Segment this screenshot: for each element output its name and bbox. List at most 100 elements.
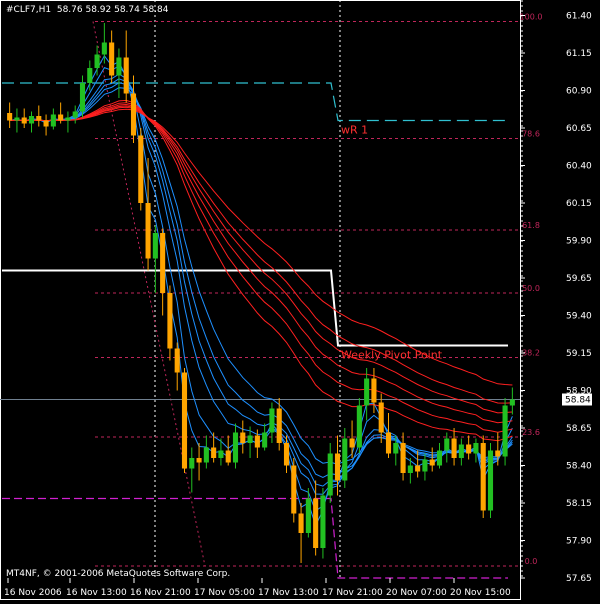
candle [123, 30, 129, 103]
candle [364, 368, 370, 421]
pivot-label: Weekly Pivot Point [341, 349, 443, 362]
x-tick-label: 16 Nov 2006 [4, 588, 62, 598]
candle [240, 420, 246, 454]
y-tick-label: 59.15 [566, 349, 592, 359]
candle-body [422, 459, 428, 472]
candle-body [276, 408, 282, 443]
candle [291, 458, 297, 523]
price-chart[interactable]: 100.078.661.850.038.223.60.0Weekly Pivot… [0, 0, 600, 600]
y-tick-label: 58.15 [566, 499, 592, 509]
candle-body [371, 378, 377, 403]
candle [400, 432, 406, 481]
candle-body [58, 114, 64, 121]
candle-body [225, 450, 231, 463]
candle [429, 447, 435, 472]
fib-trendline [92, 21, 206, 567]
x-tick-label: 17 Nov 13:00 [258, 588, 319, 598]
candle [189, 447, 195, 493]
fib-label: 50.0 [522, 284, 540, 293]
candle [138, 128, 144, 211]
x-tick-label: 17 Nov 05:00 [194, 588, 255, 598]
candle [502, 398, 508, 466]
candle-body [240, 432, 246, 443]
candle [436, 443, 443, 469]
candle-body [407, 465, 413, 473]
candle-body [269, 408, 275, 433]
candle-body [436, 450, 443, 466]
y-tick-label: 59.40 [566, 312, 592, 322]
candle-body [415, 465, 421, 472]
chart-window[interactable]: 100.0 78.6 61.8 50.0 38.2 23.6 0.0 Weekly Pivot… [0, 0, 600, 600]
candle [320, 488, 326, 559]
candle-body [466, 444, 472, 454]
candle-body [247, 435, 253, 443]
y-tick-label: 59.90 [566, 237, 592, 247]
x-tick-label: 16 Nov 13:00 [66, 588, 127, 598]
candle-body [109, 42, 115, 76]
candle-body [123, 57, 129, 94]
candle-body [356, 405, 362, 448]
candle [21, 108, 27, 128]
y-tick-label: 59.65 [566, 274, 592, 284]
candle [72, 105, 78, 124]
y-tick-label: 57.65 [566, 574, 592, 584]
candle [50, 108, 56, 130]
candle [473, 438, 479, 463]
slow-ema-40 [9, 103, 513, 424]
y-tick-label: 57.90 [566, 537, 592, 547]
candle-body [160, 233, 166, 293]
candle-body [298, 513, 304, 533]
candle [509, 387, 515, 415]
y-tick-label: 60.90 [566, 87, 592, 97]
candle [116, 48, 122, 98]
fast-ema-15 [9, 87, 513, 465]
candle-body [189, 458, 195, 469]
y-tick-label: 61.40 [566, 12, 592, 22]
pivot-label: wR 1 [341, 124, 368, 137]
time-axis: 16 Nov 2006 16 Nov 13:00 16 Nov 21:00 17 No… [4, 578, 511, 598]
candle [298, 503, 304, 563]
candle-body [458, 444, 464, 458]
plot-frame [0, 0, 521, 600]
candle-body [378, 402, 384, 433]
candle [480, 435, 486, 518]
candle [28, 111, 35, 133]
candle [356, 398, 362, 454]
candle [145, 158, 151, 271]
candle [160, 228, 166, 316]
candle [327, 443, 333, 503]
candle [466, 435, 472, 460]
candle-body [43, 120, 49, 127]
candle-body [94, 54, 100, 68]
slow-ema-35 [9, 102, 513, 433]
pivot-group-1: Weekly Pivot Point [2, 269, 508, 362]
candle [385, 413, 392, 458]
candle-body [7, 113, 13, 121]
candle-body [291, 465, 297, 514]
candle [451, 428, 457, 466]
candle-body [65, 117, 71, 121]
x-tick-label: 17 Nov 21:00 [322, 588, 383, 598]
candle-body [429, 459, 435, 466]
candle-body [342, 438, 348, 481]
candle [167, 285, 173, 361]
slow-ema-45 [9, 105, 513, 414]
candle [65, 111, 71, 133]
candle-body [28, 116, 35, 124]
y-tick-label: 58.65 [566, 424, 592, 434]
candle-body [152, 233, 158, 259]
symbol-label: #CLF7,H1 [6, 5, 52, 15]
candle [130, 75, 137, 143]
y-tick-label: 60.40 [566, 162, 592, 172]
candle-body [50, 114, 56, 127]
ohlc-readout: 58.76 58.92 58.74 58.84 [56, 5, 169, 15]
candle-body [232, 432, 239, 463]
candle [36, 105, 42, 127]
candle-body [320, 495, 326, 548]
current-price-label: 58.84 [565, 396, 591, 406]
slow-ema-60 [9, 108, 513, 386]
chart-header: #CLF7,H1 58.76 58.92 58.74 58.84 [6, 5, 169, 15]
pivot-line-1 [2, 269, 508, 347]
candle [181, 368, 188, 473]
candle-body [502, 405, 508, 457]
